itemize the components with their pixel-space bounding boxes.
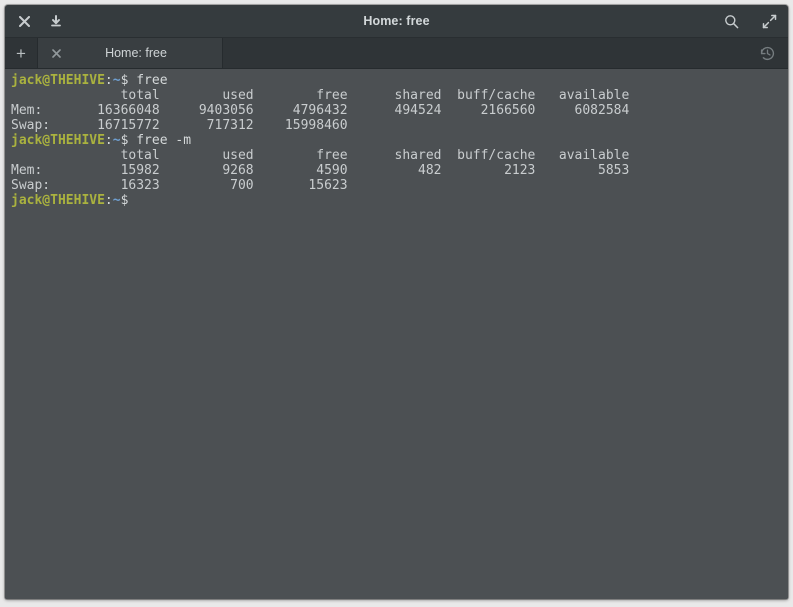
titlebar-left-buttons bbox=[15, 12, 65, 30]
terminal-output-text: total used free shared buff/cache availa… bbox=[11, 148, 629, 163]
terminal-output-text: Swap: 16715772 717312 15998460 bbox=[11, 118, 348, 133]
prompt-user: jack@THEHIVE bbox=[11, 193, 105, 208]
terminal-prompt-line: jack@THEHIVE:~$ free -m bbox=[11, 133, 788, 148]
tab-close-icon[interactable] bbox=[48, 45, 64, 61]
prompt-path: ~ bbox=[113, 73, 121, 88]
new-tab-label: + bbox=[16, 45, 26, 62]
prompt-user: jack@THEHIVE bbox=[11, 73, 105, 88]
prompt-sigil: $ bbox=[121, 193, 129, 208]
terminal-output-line: total used free shared buff/cache availa… bbox=[11, 148, 788, 163]
close-icon[interactable] bbox=[15, 12, 33, 30]
prompt-colon: : bbox=[105, 133, 113, 148]
terminal-output-text: Swap: 16323 700 15623 bbox=[11, 178, 348, 193]
terminal-command: free bbox=[128, 73, 167, 88]
terminal-output-text: Mem: 15982 9268 4590 482 2123 5853 bbox=[11, 163, 629, 178]
tab-home-free[interactable]: Home: free bbox=[38, 38, 223, 68]
terminal-output-line: Swap: 16715772 717312 15998460 bbox=[11, 118, 788, 133]
terminal-output-line: Swap: 16323 700 15623 bbox=[11, 178, 788, 193]
titlebar-right-buttons bbox=[722, 12, 778, 30]
titlebar[interactable]: Home: free bbox=[5, 5, 788, 38]
minimize-icon[interactable] bbox=[47, 12, 65, 30]
terminal-output-text: Mem: 16366048 9403056 4796432 494524 216… bbox=[11, 103, 629, 118]
terminal-prompt-line: jack@THEHIVE:~$ bbox=[11, 193, 788, 208]
prompt-path: ~ bbox=[113, 193, 121, 208]
tab-title: Home: free bbox=[64, 46, 222, 60]
terminal-output-line: total used free shared buff/cache availa… bbox=[11, 88, 788, 103]
maximize-icon[interactable] bbox=[760, 12, 778, 30]
history-icon[interactable] bbox=[746, 38, 788, 68]
terminal-output-line: Mem: 16366048 9403056 4796432 494524 216… bbox=[11, 103, 788, 118]
search-icon[interactable] bbox=[722, 12, 740, 30]
tabbar: + Home: free bbox=[5, 38, 788, 69]
terminal-output-text: total used free shared buff/cache availa… bbox=[11, 88, 629, 103]
window-title: Home: free bbox=[5, 14, 788, 28]
prompt-colon: : bbox=[105, 73, 113, 88]
terminal-command: free -m bbox=[128, 133, 191, 148]
terminal-output-line: Mem: 15982 9268 4590 482 2123 5853 bbox=[11, 163, 788, 178]
terminal-output-area[interactable]: jack@THEHIVE:~$ free total used free sha… bbox=[5, 69, 788, 599]
new-tab-button[interactable]: + bbox=[5, 38, 38, 68]
prompt-colon: : bbox=[105, 193, 113, 208]
tabbar-spacer bbox=[223, 38, 746, 68]
prompt-user: jack@THEHIVE bbox=[11, 133, 105, 148]
terminal-window: Home: free + bbox=[5, 5, 788, 599]
terminal-prompt-line: jack@THEHIVE:~$ free bbox=[11, 73, 788, 88]
prompt-path: ~ bbox=[113, 133, 121, 148]
